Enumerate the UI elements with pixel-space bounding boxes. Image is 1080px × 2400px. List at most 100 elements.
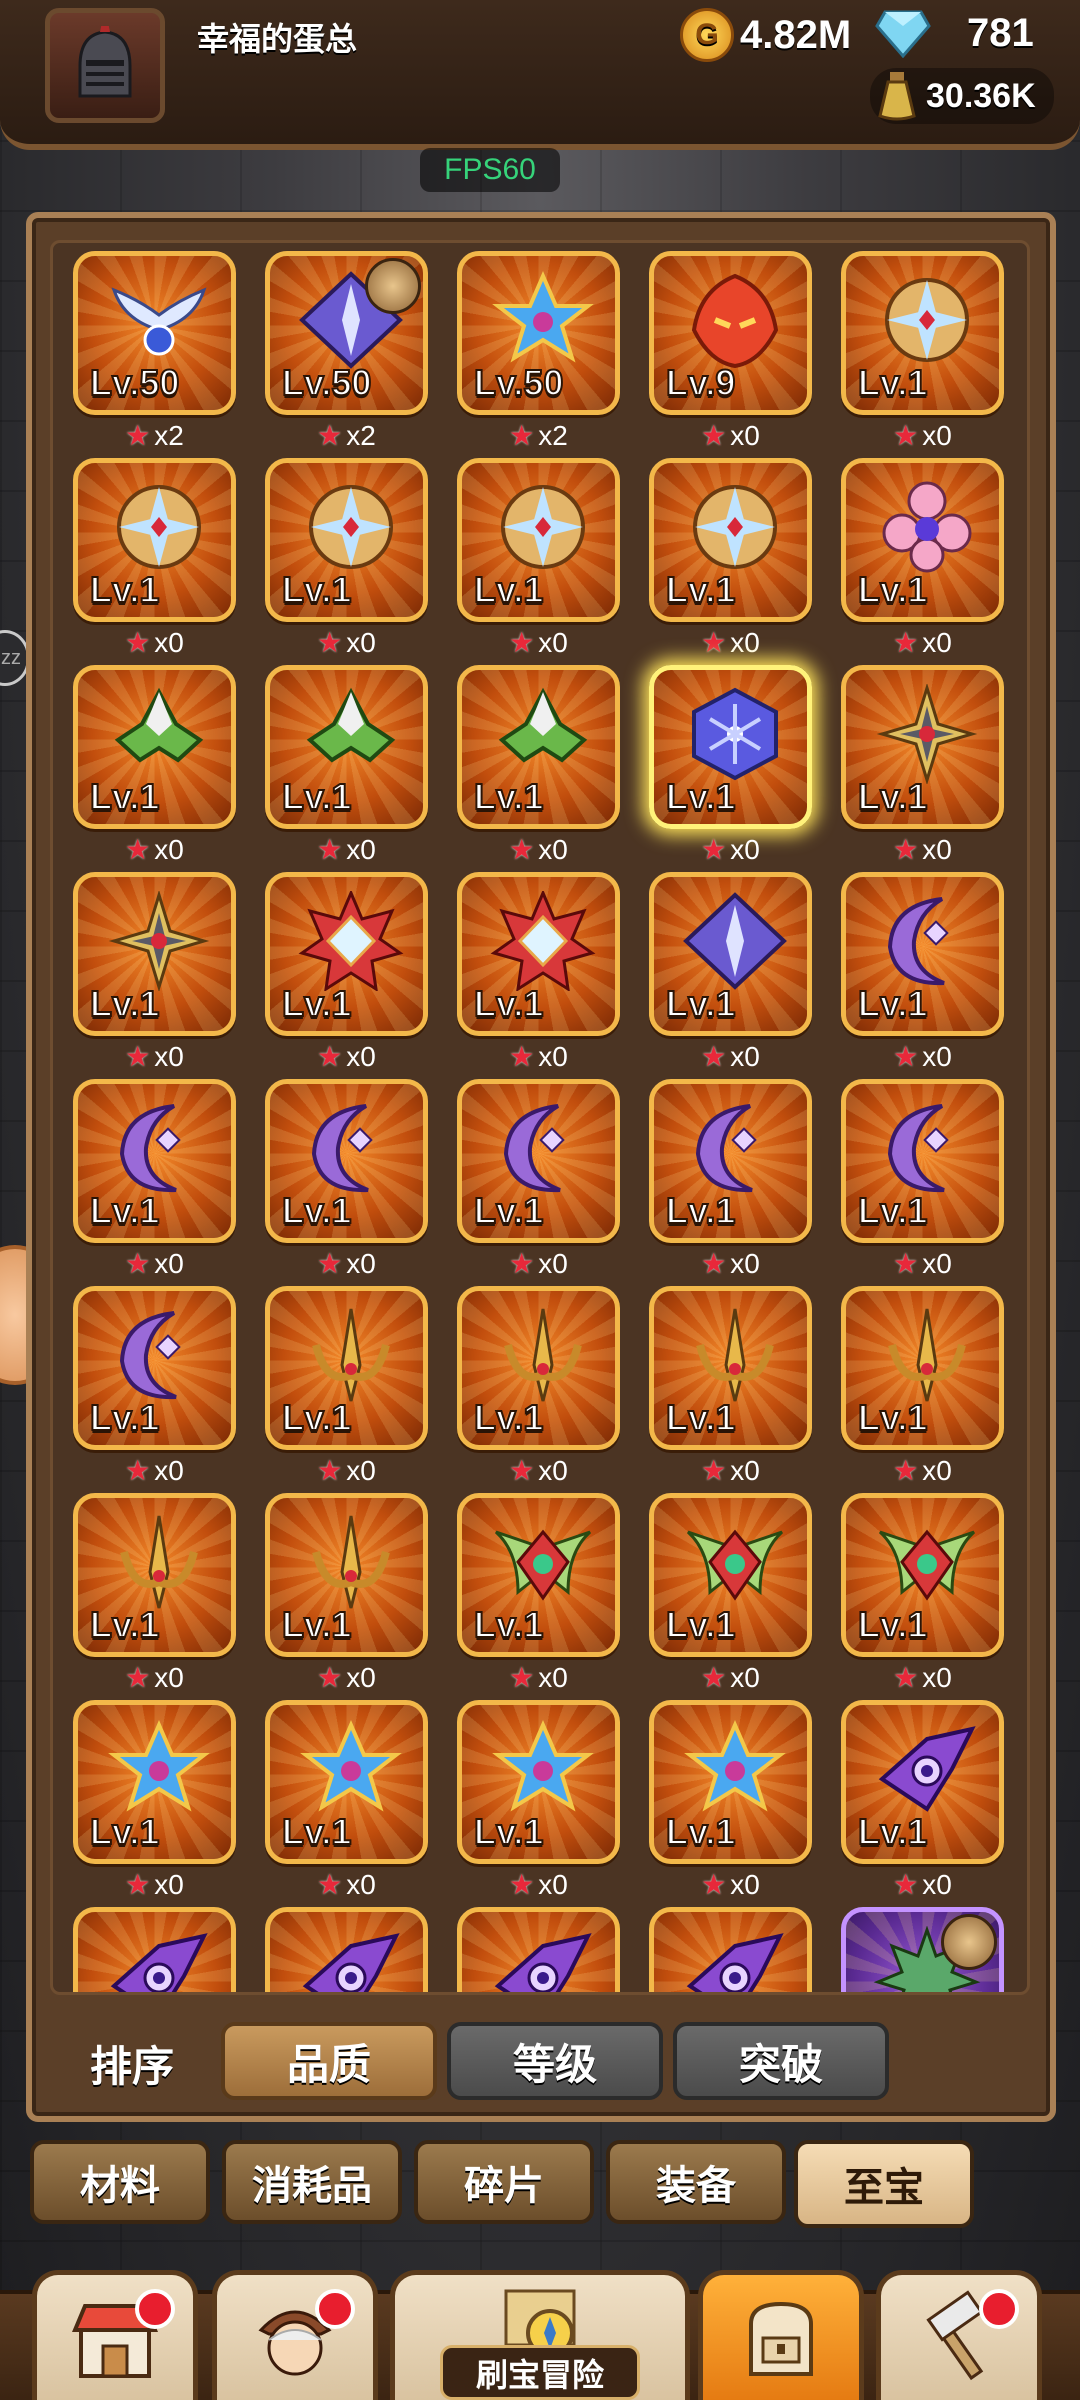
tab-treasures[interactable]: 至宝 [794, 2140, 974, 2228]
item-card[interactable]: Lv.50 [73, 251, 236, 415]
item-card[interactable]: Lv.1 [841, 1286, 1004, 1450]
item-slot[interactable]: Lv.1 ★ x0 [73, 665, 236, 865]
item-card[interactable]: Lv.1 [841, 872, 1004, 1036]
item-card[interactable] [841, 1907, 1004, 1992]
player-avatar[interactable] [45, 8, 165, 123]
item-card[interactable]: Lv.1 [73, 665, 236, 829]
item-slot[interactable]: Lv.1 ★ x0 [73, 1286, 236, 1486]
nav-backpack[interactable] [698, 2270, 864, 2400]
item-slot[interactable]: Lv.1 ★ x0 [73, 1493, 236, 1693]
item-card[interactable]: Lv.1 [457, 1700, 620, 1864]
item-slot[interactable]: Lv.1 ★ x0 [265, 872, 428, 1072]
item-slot[interactable] [457, 1907, 620, 1992]
item-slot[interactable]: Lv.1 ★ x0 [841, 458, 1004, 658]
item-card[interactable]: Lv.1 [841, 665, 1004, 829]
item-slot[interactable]: Lv.1 ★ x0 [457, 1493, 620, 1693]
item-card[interactable]: Lv.1 [841, 1079, 1004, 1243]
item-slot[interactable]: Lv.50 ★ x2 [265, 251, 428, 451]
item-slot[interactable]: Lv.1 ★ x0 [457, 1286, 620, 1486]
item-card[interactable] [649, 1907, 812, 1992]
item-card[interactable]: Lv.1 [73, 458, 236, 622]
sort-breakthrough-button[interactable]: 突破 [673, 2022, 889, 2100]
item-slot[interactable]: Lv.1 ★ x0 [265, 458, 428, 658]
item-slot[interactable]: Lv.1 ★ x0 [841, 1493, 1004, 1693]
item-card[interactable]: Lv.1 [649, 665, 812, 829]
item-card[interactable]: Lv.1 [841, 251, 1004, 415]
item-slot[interactable]: Lv.1 ★ x0 [457, 458, 620, 658]
item-slot[interactable]: Lv.50 ★ x2 [457, 251, 620, 451]
item-card[interactable]: Lv.1 [265, 1493, 428, 1657]
tab-consumables[interactable]: 消耗品 [222, 2140, 402, 2224]
item-slot[interactable]: Lv.1 ★ x0 [649, 665, 812, 865]
item-slot[interactable]: Lv.1 ★ x0 [457, 872, 620, 1072]
item-slot[interactable] [73, 1907, 236, 1992]
item-card[interactable]: Lv.1 [457, 872, 620, 1036]
item-card[interactable]: Lv.1 [265, 1700, 428, 1864]
item-card[interactable]: Lv.1 [265, 872, 428, 1036]
item-card[interactable]: Lv.1 [265, 458, 428, 622]
item-slot[interactable]: Lv.1 ★ x0 [841, 1079, 1004, 1279]
item-card[interactable]: Lv.1 [73, 1493, 236, 1657]
tab-fragments[interactable]: 碎片 [414, 2140, 594, 2224]
item-grid-frame[interactable]: Lv.50 ★ x2 Lv.50 ★ x2 Lv.50 ★ x2 Lv.9 ★ x0 Lv.1 ★ x0 Lv… [50, 240, 1030, 1995]
item-card[interactable]: Lv.50 [265, 251, 428, 415]
item-slot[interactable]: Lv.1 ★ x0 [73, 872, 236, 1072]
item-slot[interactable]: Lv.1 ★ x0 [265, 1286, 428, 1486]
item-card[interactable]: Lv.1 [841, 1700, 1004, 1864]
item-slot[interactable]: Lv.1 ★ x0 [457, 1700, 620, 1900]
item-card[interactable]: Lv.1 [457, 1493, 620, 1657]
item-slot[interactable]: Lv.1 ★ x0 [649, 458, 812, 658]
item-card[interactable]: Lv.1 [457, 458, 620, 622]
tab-materials[interactable]: 材料 [30, 2140, 210, 2224]
item-card[interactable]: Lv.1 [73, 1700, 236, 1864]
item-card[interactable]: Lv.1 [649, 872, 812, 1036]
item-card[interactable]: Lv.1 [457, 1286, 620, 1450]
item-card[interactable]: Lv.9 [649, 251, 812, 415]
item-slot[interactable]: Lv.1 ★ x0 [841, 1700, 1004, 1900]
potion-resource[interactable]: 30.36K [870, 68, 1054, 124]
tab-equipment[interactable]: 装备 [606, 2140, 786, 2224]
item-slot[interactable]: Lv.1 ★ x0 [73, 1079, 236, 1279]
nav-heroes[interactable] [212, 2270, 378, 2400]
item-card[interactable]: Lv.1 [73, 1286, 236, 1450]
item-slot[interactable] [841, 1907, 1004, 1992]
item-slot[interactable]: Lv.1 ★ x0 [841, 872, 1004, 1072]
item-card[interactable] [265, 1907, 428, 1992]
item-card[interactable]: Lv.1 [649, 1286, 812, 1450]
item-card[interactable]: Lv.1 [457, 1079, 620, 1243]
item-slot[interactable]: Lv.1 ★ x0 [73, 458, 236, 658]
item-slot[interactable]: Lv.1 ★ x0 [649, 1286, 812, 1486]
item-card[interactable]: Lv.1 [73, 872, 236, 1036]
item-card[interactable]: Lv.1 [265, 665, 428, 829]
item-card[interactable]: Lv.1 [841, 1493, 1004, 1657]
item-slot[interactable]: Lv.1 ★ x0 [841, 1286, 1004, 1486]
item-card[interactable]: Lv.1 [73, 1079, 236, 1243]
gem-resource[interactable]: 781 [875, 8, 1034, 58]
item-slot[interactable] [265, 1907, 428, 1992]
item-slot[interactable]: Lv.1 ★ x0 [265, 1079, 428, 1279]
item-slot[interactable]: Lv.1 ★ x0 [649, 1079, 812, 1279]
sort-quality-button[interactable]: 品质 [221, 2022, 437, 2100]
item-slot[interactable]: Lv.1 ★ x0 [265, 665, 428, 865]
item-slot[interactable]: Lv.9 ★ x0 [649, 251, 812, 451]
item-card[interactable]: Lv.1 [265, 1286, 428, 1450]
item-card[interactable] [73, 1907, 236, 1992]
sort-level-button[interactable]: 等级 [447, 2022, 663, 2100]
item-slot[interactable]: Lv.1 ★ x0 [841, 665, 1004, 865]
item-slot[interactable]: Lv.1 ★ x0 [265, 1700, 428, 1900]
item-card[interactable]: Lv.1 [265, 1079, 428, 1243]
item-slot[interactable]: Lv.1 ★ x0 [265, 1493, 428, 1693]
item-card[interactable]: Lv.50 [457, 251, 620, 415]
item-slot[interactable]: Lv.1 ★ x0 [457, 1079, 620, 1279]
item-slot[interactable]: Lv.1 ★ x0 [649, 1493, 812, 1693]
item-slot[interactable]: Lv.1 ★ x0 [73, 1700, 236, 1900]
item-slot[interactable]: Lv.50 ★ x2 [73, 251, 236, 451]
item-slot[interactable]: Lv.1 ★ x0 [841, 251, 1004, 451]
item-card[interactable]: Lv.1 [649, 458, 812, 622]
item-card[interactable] [457, 1907, 620, 1992]
item-slot[interactable]: Lv.1 ★ x0 [649, 872, 812, 1072]
nav-forge[interactable] [876, 2270, 1042, 2400]
item-slot[interactable]: Lv.1 ★ x0 [649, 1700, 812, 1900]
nav-shop[interactable] [32, 2270, 198, 2400]
gold-resource[interactable]: G 4.82M [680, 8, 851, 62]
